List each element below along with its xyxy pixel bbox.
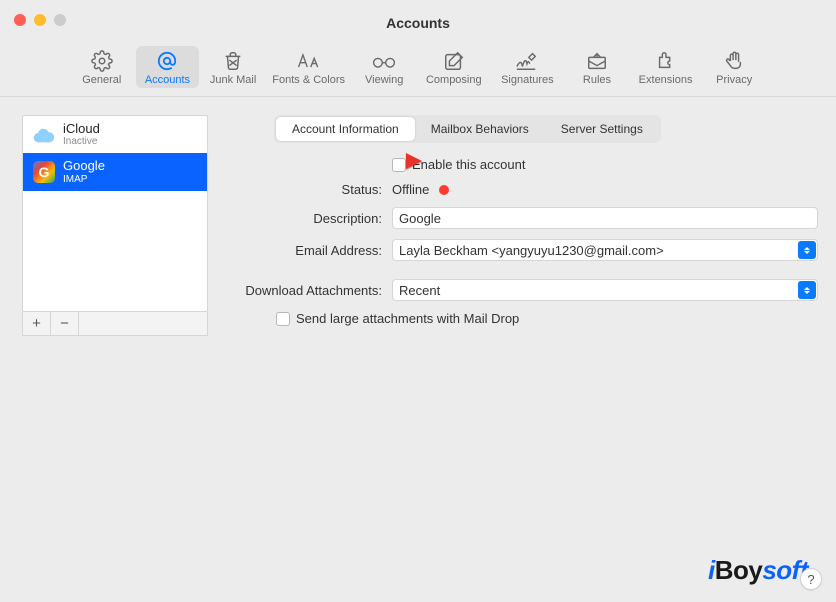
- mail-drop-checkbox[interactable]: [276, 312, 290, 326]
- account-name: iCloud: [63, 122, 100, 136]
- tab-mailbox-behaviors[interactable]: Mailbox Behaviors: [415, 117, 545, 141]
- bin-icon: [220, 50, 246, 72]
- signature-icon: [514, 50, 540, 72]
- tab-signatures[interactable]: Signatures: [492, 46, 564, 88]
- download-attachments-label: Download Attachments:: [236, 283, 392, 298]
- email-label: Email Address:: [236, 243, 392, 258]
- account-info-form: Enable this account Status: Offline Desc…: [236, 157, 818, 326]
- tab-junk-mail[interactable]: Junk Mail: [201, 46, 265, 88]
- tab-composing[interactable]: Composing: [418, 46, 490, 88]
- tab-label: Composing: [426, 74, 482, 86]
- hand-icon: [721, 50, 747, 72]
- at-icon: [154, 50, 180, 72]
- tab-label: Junk Mail: [210, 74, 256, 86]
- tab-general[interactable]: General: [70, 46, 134, 88]
- account-name: Google: [63, 159, 105, 173]
- watermark-logo: iBoysoft: [708, 555, 808, 586]
- description-input[interactable]: [392, 207, 818, 229]
- enable-account-label: Enable this account: [412, 157, 525, 172]
- zoom-window-button[interactable]: [54, 14, 66, 26]
- remove-account-button[interactable]: −: [51, 312, 79, 335]
- tab-label: Viewing: [365, 74, 403, 86]
- icloud-icon: [33, 124, 55, 146]
- account-row-google[interactable]: G Google IMAP: [23, 153, 207, 190]
- status-label: Status:: [236, 182, 392, 197]
- window-controls: [14, 14, 66, 26]
- account-subtitle: Inactive: [63, 136, 100, 147]
- sidebar-footer: + −: [22, 312, 208, 336]
- tab-label: General: [82, 74, 121, 86]
- accounts-list[interactable]: iCloud Inactive G Google IMAP: [22, 115, 208, 312]
- tab-extensions[interactable]: Extensions: [631, 46, 701, 88]
- rules-icon: [584, 50, 610, 72]
- account-tabs: Account Information Mailbox Behaviors Se…: [274, 115, 661, 143]
- titlebar: Accounts: [0, 0, 836, 46]
- tab-privacy[interactable]: Privacy: [702, 46, 766, 88]
- tab-accounts[interactable]: Accounts: [136, 46, 200, 88]
- tab-server-settings[interactable]: Server Settings: [545, 117, 659, 141]
- tab-label: Privacy: [716, 74, 752, 86]
- compose-icon: [441, 50, 467, 72]
- tab-label: Extensions: [639, 74, 693, 86]
- status-value: Offline: [392, 182, 429, 197]
- email-address-select[interactable]: Layla Beckham <yangyuyu1230@gmail.com>: [392, 239, 818, 261]
- status-indicator-icon: [439, 185, 449, 195]
- tab-label: Fonts & Colors: [272, 74, 345, 86]
- account-row-icloud[interactable]: iCloud Inactive: [23, 116, 207, 153]
- glasses-icon: [371, 50, 397, 72]
- description-label: Description:: [236, 211, 392, 226]
- mail-drop-label: Send large attachments with Mail Drop: [296, 311, 519, 326]
- tab-viewing[interactable]: Viewing: [352, 46, 416, 88]
- font-icon: [296, 50, 322, 72]
- tab-label: Signatures: [501, 74, 554, 86]
- download-attachments-value: Recent: [399, 283, 440, 298]
- account-detail-pane: Account Information Mailbox Behaviors Se…: [236, 115, 818, 336]
- download-attachments-select[interactable]: Recent: [392, 279, 818, 301]
- email-address-value: Layla Beckham <yangyuyu1230@gmail.com>: [399, 243, 664, 258]
- puzzle-icon: [653, 50, 679, 72]
- tab-rules[interactable]: Rules: [565, 46, 629, 88]
- accounts-sidebar: iCloud Inactive G Google IMAP + −: [22, 115, 208, 336]
- gear-icon: [89, 50, 115, 72]
- window-title: Accounts: [386, 15, 450, 31]
- add-account-button[interactable]: +: [23, 312, 51, 335]
- preferences-toolbar: General Accounts Junk Mail Fonts & Color…: [0, 46, 836, 97]
- sidebar-footer-spacer: [79, 312, 207, 335]
- tab-label: Accounts: [145, 74, 190, 86]
- tab-fonts-colors[interactable]: Fonts & Colors: [267, 46, 351, 88]
- account-subtitle: IMAP: [63, 174, 105, 185]
- tab-label: Rules: [583, 74, 611, 86]
- tab-account-information[interactable]: Account Information: [276, 117, 415, 141]
- enable-account-checkbox[interactable]: [392, 158, 406, 172]
- chevron-updown-icon: [798, 241, 816, 259]
- help-button[interactable]: ?: [800, 568, 822, 590]
- chevron-updown-icon: [798, 281, 816, 299]
- minimize-window-button[interactable]: [34, 14, 46, 26]
- close-window-button[interactable]: [14, 14, 26, 26]
- google-icon: G: [33, 161, 55, 183]
